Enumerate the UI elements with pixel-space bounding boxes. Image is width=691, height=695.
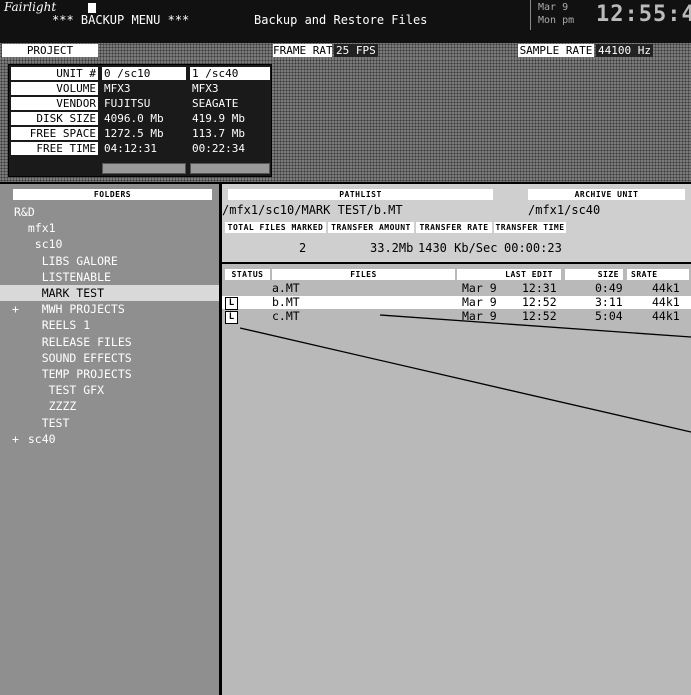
- drag-line-c: [239, 327, 691, 433]
- drag-lines: [239, 314, 691, 433]
- drag-line-b: [379, 314, 691, 338]
